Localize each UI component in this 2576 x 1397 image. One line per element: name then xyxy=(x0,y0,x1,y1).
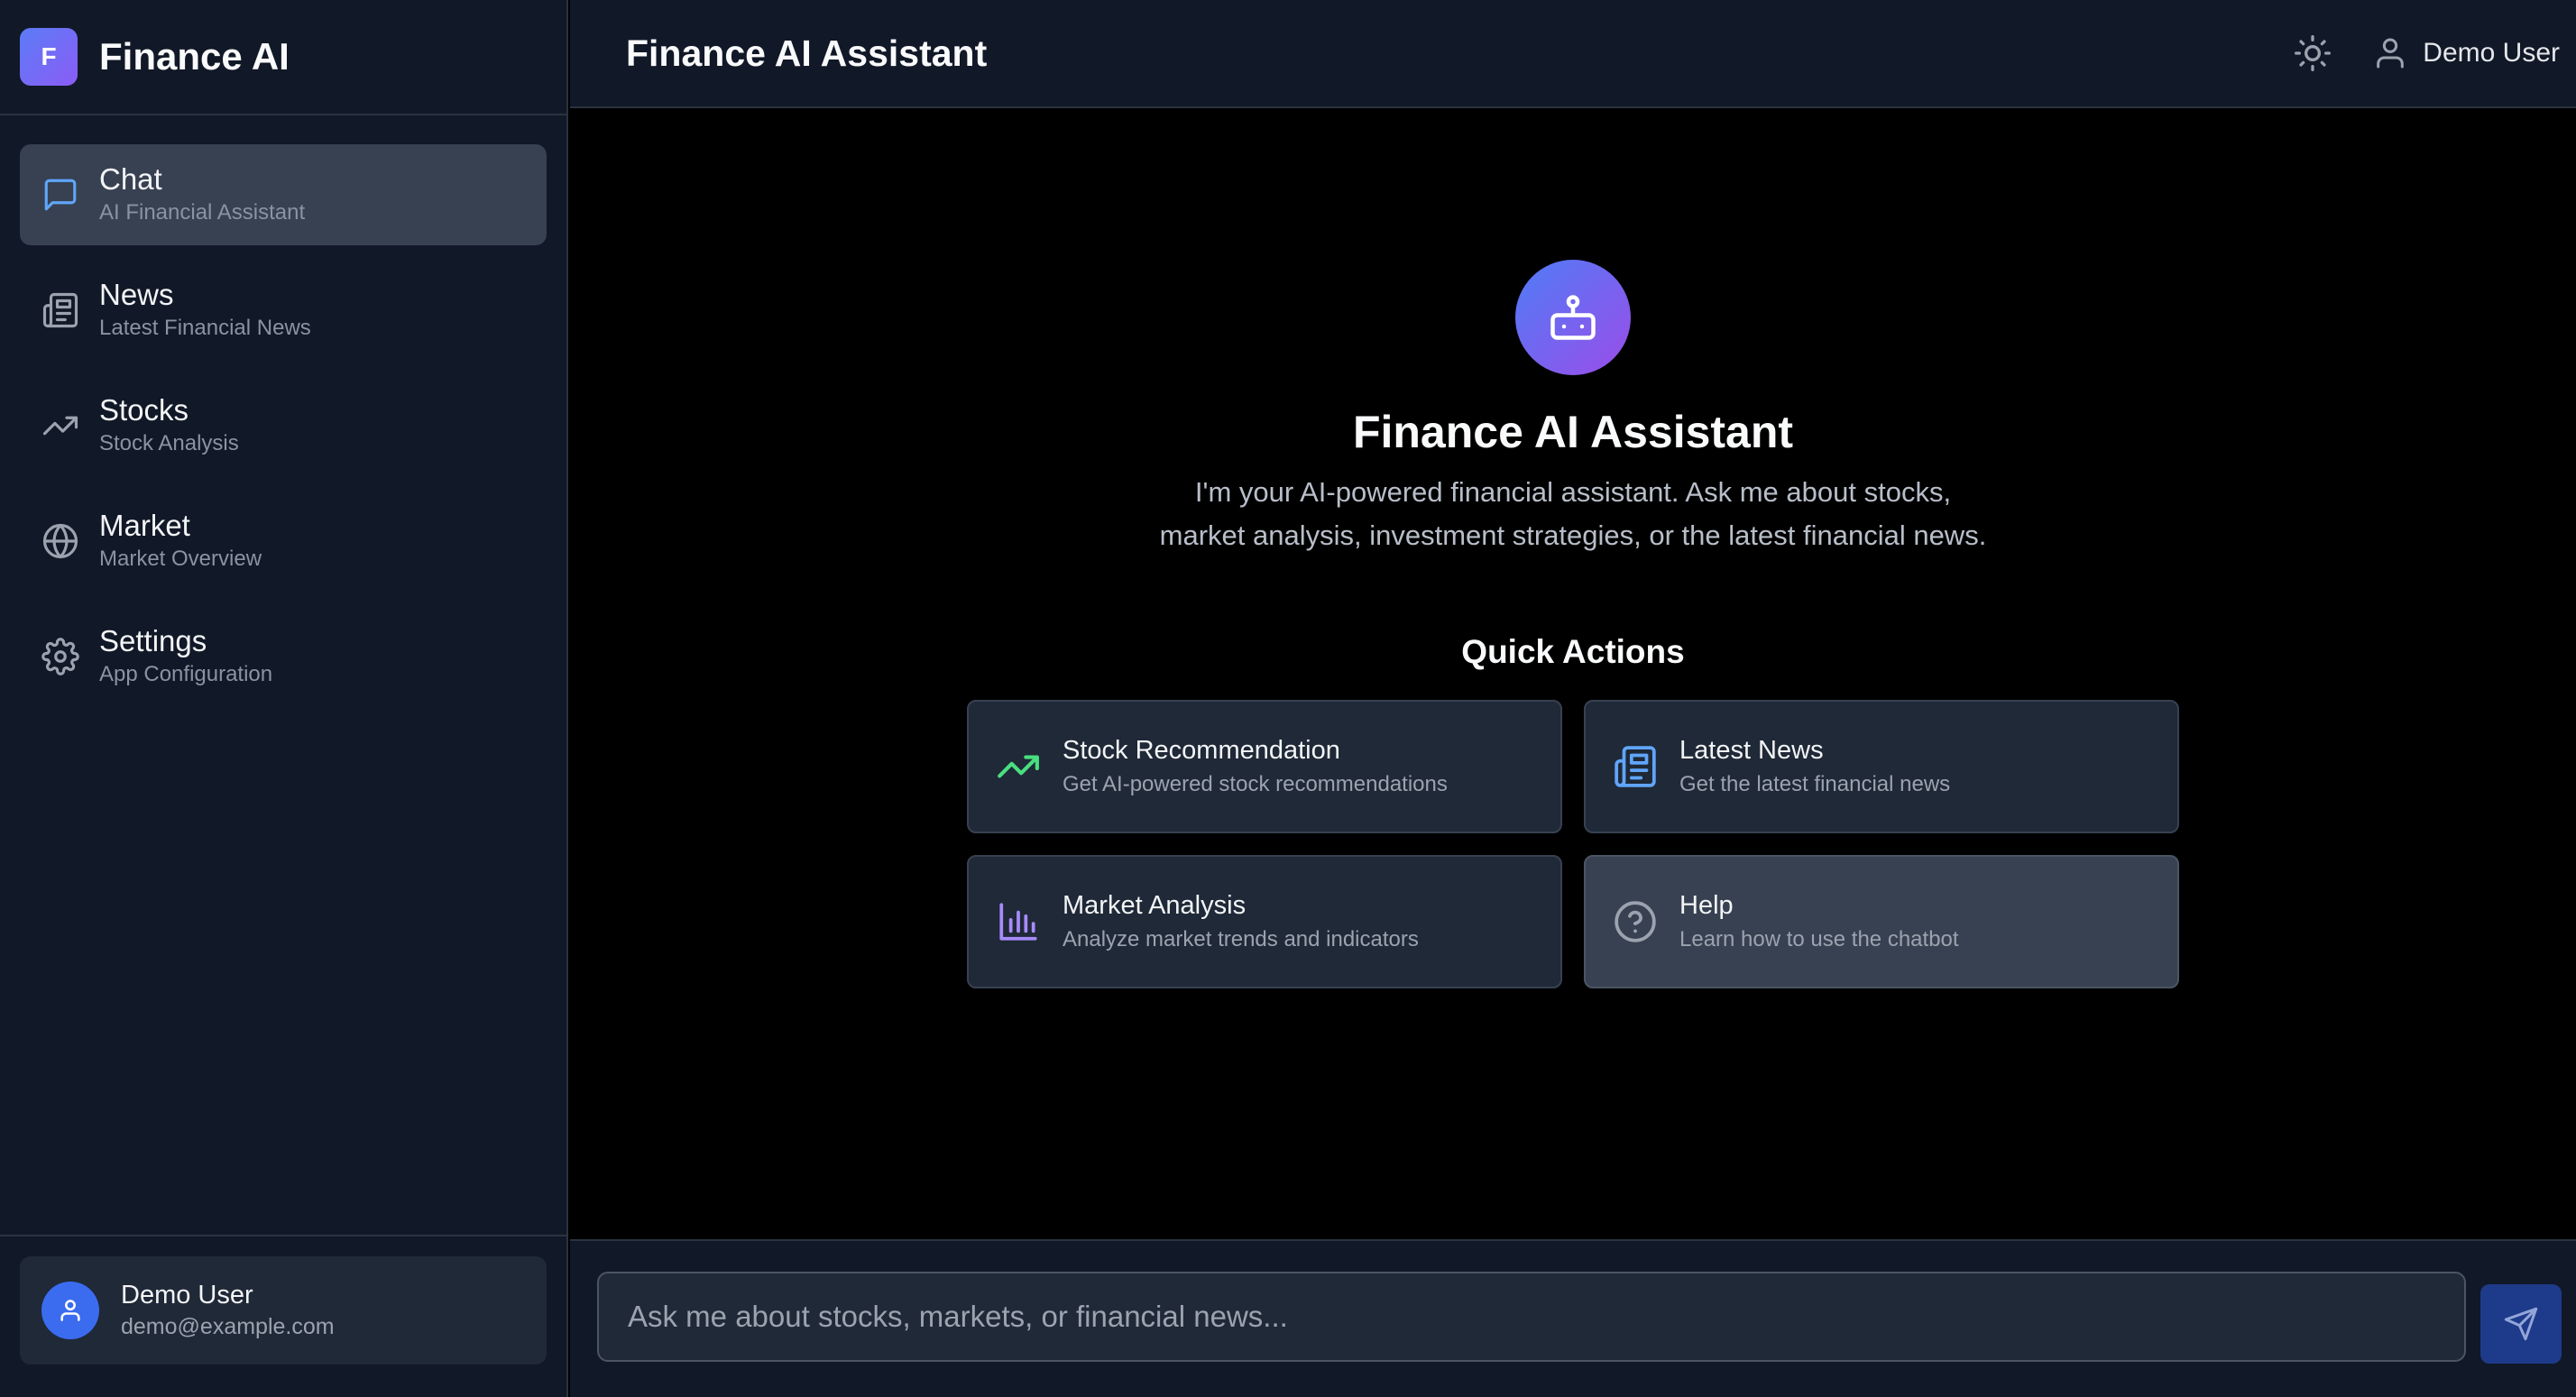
quick-actions-title: Quick Actions xyxy=(1461,633,1685,670)
quick-action-latest-news[interactable]: Latest News Get the latest financial new… xyxy=(1584,700,2179,833)
sidebar-item-subtitle: Stock Analysis xyxy=(99,431,239,455)
chat-main: Finance AI Assistant I'm your AI-powered… xyxy=(570,110,2576,1239)
chat-input[interactable] xyxy=(597,1272,2466,1362)
header-user-name: Demo User xyxy=(2423,38,2560,68)
welcome-title: Finance AI Assistant xyxy=(1352,407,1794,457)
user-profile-card[interactable]: Demo User demo@example.com xyxy=(20,1256,547,1365)
welcome-description: I'm your AI-powered financial assistant.… xyxy=(1159,476,1987,551)
sidebar-item-label: News xyxy=(99,278,174,311)
top-header: Finance AI Assistant Demo User xyxy=(570,0,2576,108)
user-email: demo@example.com xyxy=(121,1314,335,1339)
quick-action-subtitle: Analyze market trends and indicators xyxy=(1063,927,1419,951)
quick-action-label: Stock Recommendation xyxy=(1063,736,1340,765)
sidebar: F Finance AI Chat AI Financial Assistant… xyxy=(0,0,568,1397)
help-circle-icon xyxy=(1615,901,1656,942)
sidebar-item-subtitle: Market Overview xyxy=(99,547,262,571)
sun-icon[interactable] xyxy=(2293,33,2332,73)
quick-action-subtitle: Get the latest financial news xyxy=(1679,772,1951,796)
newspaper-icon xyxy=(42,292,78,328)
bot-avatar xyxy=(1515,260,1631,375)
brand-name: Finance AI xyxy=(99,35,290,78)
user-name: Demo User xyxy=(121,1281,253,1310)
trending-up-icon xyxy=(42,416,78,436)
sidebar-item-chat[interactable]: Chat AI Financial Assistant xyxy=(20,144,547,245)
sidebar-item-label: Settings xyxy=(99,624,207,657)
bar-chart-icon xyxy=(999,903,1037,941)
send-button[interactable] xyxy=(2480,1284,2562,1364)
sidebar-item-subtitle: AI Financial Assistant xyxy=(99,200,306,225)
quick-action-help[interactable]: Help Learn how to use the chatbot xyxy=(1584,855,2179,988)
brand: F Finance AI xyxy=(0,0,566,115)
quick-action-label: Help xyxy=(1679,891,1734,920)
gear-icon xyxy=(41,638,79,676)
quick-action-stock-recommendation[interactable]: Stock Recommendation Get AI-powered stoc… xyxy=(967,700,1562,833)
trending-up-icon xyxy=(998,755,1039,778)
user-icon xyxy=(60,1300,80,1321)
quick-actions-grid: Stock Recommendation Get AI-powered stoc… xyxy=(967,700,2179,988)
quick-action-label: Latest News xyxy=(1679,736,1824,765)
sidebar-item-subtitle: Latest Financial News xyxy=(99,316,311,340)
avatar xyxy=(41,1282,99,1339)
send-icon xyxy=(2504,1307,2538,1341)
quick-action-label: Market Analysis xyxy=(1063,891,1247,920)
sidebar-item-label: Chat xyxy=(99,162,162,196)
robot-icon xyxy=(1550,295,1596,340)
user-icon xyxy=(2377,38,2405,69)
quick-action-subtitle: Learn how to use the chatbot xyxy=(1679,927,1959,951)
chat-bubble-icon xyxy=(44,179,77,211)
sidebar-item-market[interactable]: Market Market Overview xyxy=(20,491,547,592)
welcome-section: Finance AI Assistant I'm your AI-powered… xyxy=(570,260,2576,988)
sidebar-item-stocks[interactable]: Stocks Stock Analysis xyxy=(20,375,547,476)
newspaper-icon xyxy=(1615,746,1656,787)
quick-action-market-analysis[interactable]: Market Analysis Analyze market trends an… xyxy=(967,855,1562,988)
globe-icon xyxy=(42,523,78,559)
quick-action-subtitle: Get AI-powered stock recommendations xyxy=(1063,772,1448,796)
sidebar-nav: Chat AI Financial Assistant News Latest … xyxy=(0,115,566,707)
chat-input-bar xyxy=(570,1239,2576,1397)
brand-logo[interactable]: F xyxy=(20,28,78,86)
sidebar-footer: Demo User demo@example.com xyxy=(0,1235,566,1397)
header-user-menu[interactable]: Demo User xyxy=(2372,35,2560,71)
sidebar-item-label: Market xyxy=(99,509,190,542)
sidebar-item-news[interactable]: News Latest Financial News xyxy=(20,260,547,361)
page-title: Finance AI Assistant xyxy=(626,32,988,74)
sidebar-item-settings[interactable]: Settings App Configuration xyxy=(20,606,547,707)
sidebar-item-label: Stocks xyxy=(99,393,189,427)
sidebar-item-subtitle: App Configuration xyxy=(99,662,273,686)
